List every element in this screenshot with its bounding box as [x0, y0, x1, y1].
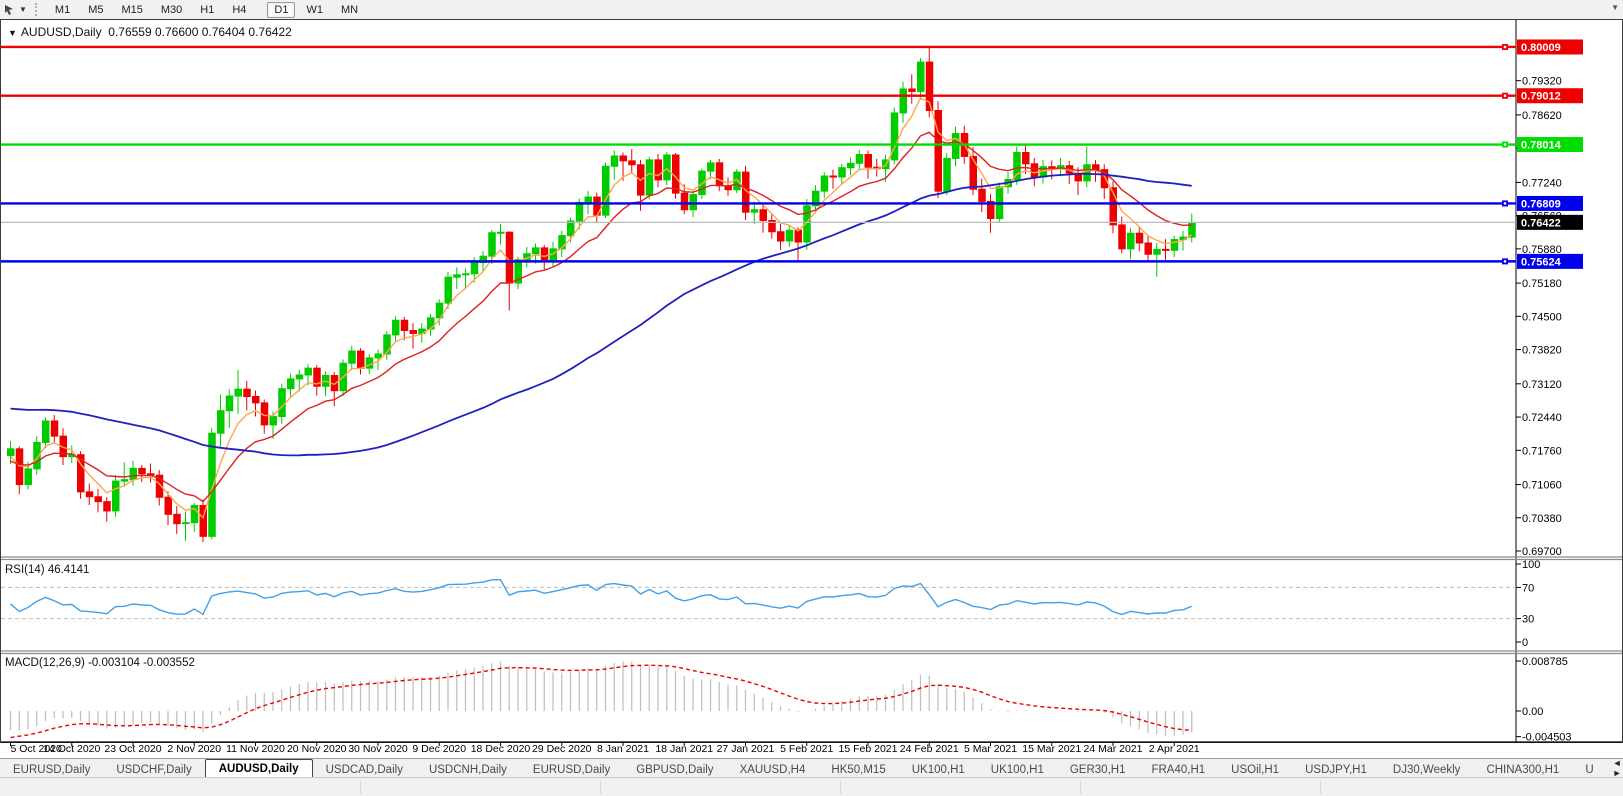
svg-text:0.77240: 0.77240	[1522, 177, 1562, 189]
svg-text:0.75180: 0.75180	[1522, 278, 1562, 290]
tab-usdchf-daily[interactable]: USDCHF,Daily	[103, 762, 204, 778]
svg-text:30 Nov 2020: 30 Nov 2020	[348, 743, 408, 755]
svg-text:27 Jan 2021: 27 Jan 2021	[717, 743, 775, 755]
tab-uk100-h1[interactable]: UK100,H1	[978, 762, 1057, 778]
svg-text:0: 0	[1522, 637, 1528, 649]
trading-platform-window: { "toolbar": { "cursor_tool": "cursor-cr…	[0, 0, 1623, 796]
svg-text:0.80009: 0.80009	[1521, 42, 1561, 54]
tab-ger30-h1[interactable]: GER30,H1	[1057, 762, 1139, 778]
svg-text:0.70380: 0.70380	[1522, 513, 1562, 525]
rsi-indicator-label: RSI(14) 46.4141	[5, 564, 90, 576]
svg-text:15 Mar 2021: 15 Mar 2021	[1022, 743, 1081, 755]
tab-scroll-right-icon[interactable]: ◄ ►	[1607, 758, 1623, 778]
svg-text:0.76422: 0.76422	[1521, 217, 1561, 229]
status-separator	[360, 781, 361, 794]
status-separator	[600, 781, 601, 794]
status-separator	[1320, 781, 1321, 794]
chart-ohlc-values: 0.76559 0.76600 0.76404 0.76422	[108, 25, 292, 39]
tab-audusd-daily[interactable]: AUDUSD,Daily	[204, 759, 313, 778]
tab-uk100-h1[interactable]: UK100,H1	[899, 762, 978, 778]
svg-text:0.73120: 0.73120	[1522, 379, 1562, 391]
tab-eurusd-daily[interactable]: EURUSD,Daily	[520, 762, 623, 778]
tab-china300-h1[interactable]: CHINA300,H1	[1473, 762, 1572, 778]
svg-text:0.72440: 0.72440	[1522, 412, 1562, 424]
tab-gbpusd-daily[interactable]: GBPUSD,Daily	[623, 762, 726, 778]
status-strip	[0, 777, 1623, 796]
svg-text:8 Jan 2021: 8 Jan 2021	[597, 743, 649, 755]
svg-text:70: 70	[1522, 582, 1534, 594]
svg-text:11 Nov 2020: 11 Nov 2020	[226, 743, 285, 755]
svg-text:30: 30	[1522, 614, 1534, 626]
svg-text:0.71060: 0.71060	[1522, 480, 1562, 492]
svg-text:24 Feb 2021: 24 Feb 2021	[900, 743, 959, 755]
svg-text:18 Dec 2020: 18 Dec 2020	[471, 743, 531, 755]
svg-text:100: 100	[1522, 559, 1540, 571]
svg-text:29 Dec 2020: 29 Dec 2020	[532, 743, 592, 755]
svg-text:24 Mar 2021: 24 Mar 2021	[1084, 743, 1143, 755]
svg-text:0.71760: 0.71760	[1522, 445, 1562, 457]
svg-text:5 Feb 2021: 5 Feb 2021	[780, 743, 833, 755]
macd-indicator-label: MACD(12,26,9) -0.003104 -0.003552	[5, 657, 195, 669]
tab-hk50-m15[interactable]: HK50,M15	[818, 762, 898, 778]
tab-u[interactable]: U	[1572, 762, 1606, 778]
svg-text:0.79012: 0.79012	[1521, 91, 1561, 103]
tab-fra40-h1[interactable]: FRA40,H1	[1138, 762, 1218, 778]
tab-dj30-weekly[interactable]: DJ30,Weekly	[1380, 762, 1474, 778]
symbol-tab-bar: EURUSD,Daily USDCHF,Daily AUDUSD,Daily USDC…	[0, 758, 1623, 778]
svg-text:0.73820: 0.73820	[1522, 345, 1562, 357]
tab-usdjpy-h1[interactable]: USDJPY,H1	[1292, 762, 1380, 778]
date-axis: 5 Oct 202014 Oct 2020 23 Oct 2020 2 Nov 20…	[10, 742, 1200, 755]
status-separator	[840, 781, 841, 794]
svg-text:0.78620: 0.78620	[1522, 110, 1562, 122]
svg-text:23 Oct 2020: 23 Oct 2020	[104, 743, 161, 755]
svg-text:-0.004503: -0.004503	[1522, 732, 1572, 744]
svg-text:20 Nov 2020: 20 Nov 2020	[287, 743, 347, 755]
svg-text:0.74500: 0.74500	[1522, 311, 1562, 323]
tab-usdcad-daily[interactable]: USDCAD,Daily	[313, 762, 416, 778]
tab-xauusd-h4[interactable]: XAUUSD,H4	[727, 762, 819, 778]
tab-usoil-h1[interactable]: USOil,H1	[1218, 762, 1292, 778]
svg-text:2 Apr 2021: 2 Apr 2021	[1149, 743, 1200, 755]
svg-text:2 Nov 2020: 2 Nov 2020	[167, 743, 221, 755]
chart-symbol-label: AUDUSD,Daily	[20, 25, 102, 39]
svg-text:0.00: 0.00	[1522, 706, 1543, 718]
svg-text:0.69700: 0.69700	[1522, 546, 1562, 558]
svg-text:0.008785: 0.008785	[1522, 656, 1568, 668]
svg-text:18 Jan 2021: 18 Jan 2021	[655, 743, 713, 755]
svg-text:0.76809: 0.76809	[1521, 198, 1561, 210]
status-separator	[1080, 781, 1081, 794]
svg-text:5 Mar 2021: 5 Mar 2021	[964, 743, 1017, 755]
tab-eurusd-daily[interactable]: EURUSD,Daily	[0, 762, 103, 778]
svg-text:0.78014: 0.78014	[1521, 140, 1562, 152]
svg-text:14 Oct 2020: 14 Oct 2020	[43, 743, 100, 755]
svg-text:0.79320: 0.79320	[1522, 76, 1562, 88]
collapse-triangle-icon[interactable]: ▼	[8, 28, 17, 38]
svg-text:15 Feb 2021: 15 Feb 2021	[839, 743, 898, 755]
chart-title: ▼ AUDUSD,Daily 0.76559 0.76600 0.76404 0.…	[8, 25, 292, 39]
svg-text:0.75624: 0.75624	[1521, 256, 1562, 268]
tab-usdcnh-daily[interactable]: USDCNH,Daily	[416, 762, 520, 778]
svg-text:9 Dec 2020: 9 Dec 2020	[412, 743, 466, 755]
price-chart[interactable]: 0.793200.786200.779400.772400.765600.758…	[0, 0, 1623, 758]
